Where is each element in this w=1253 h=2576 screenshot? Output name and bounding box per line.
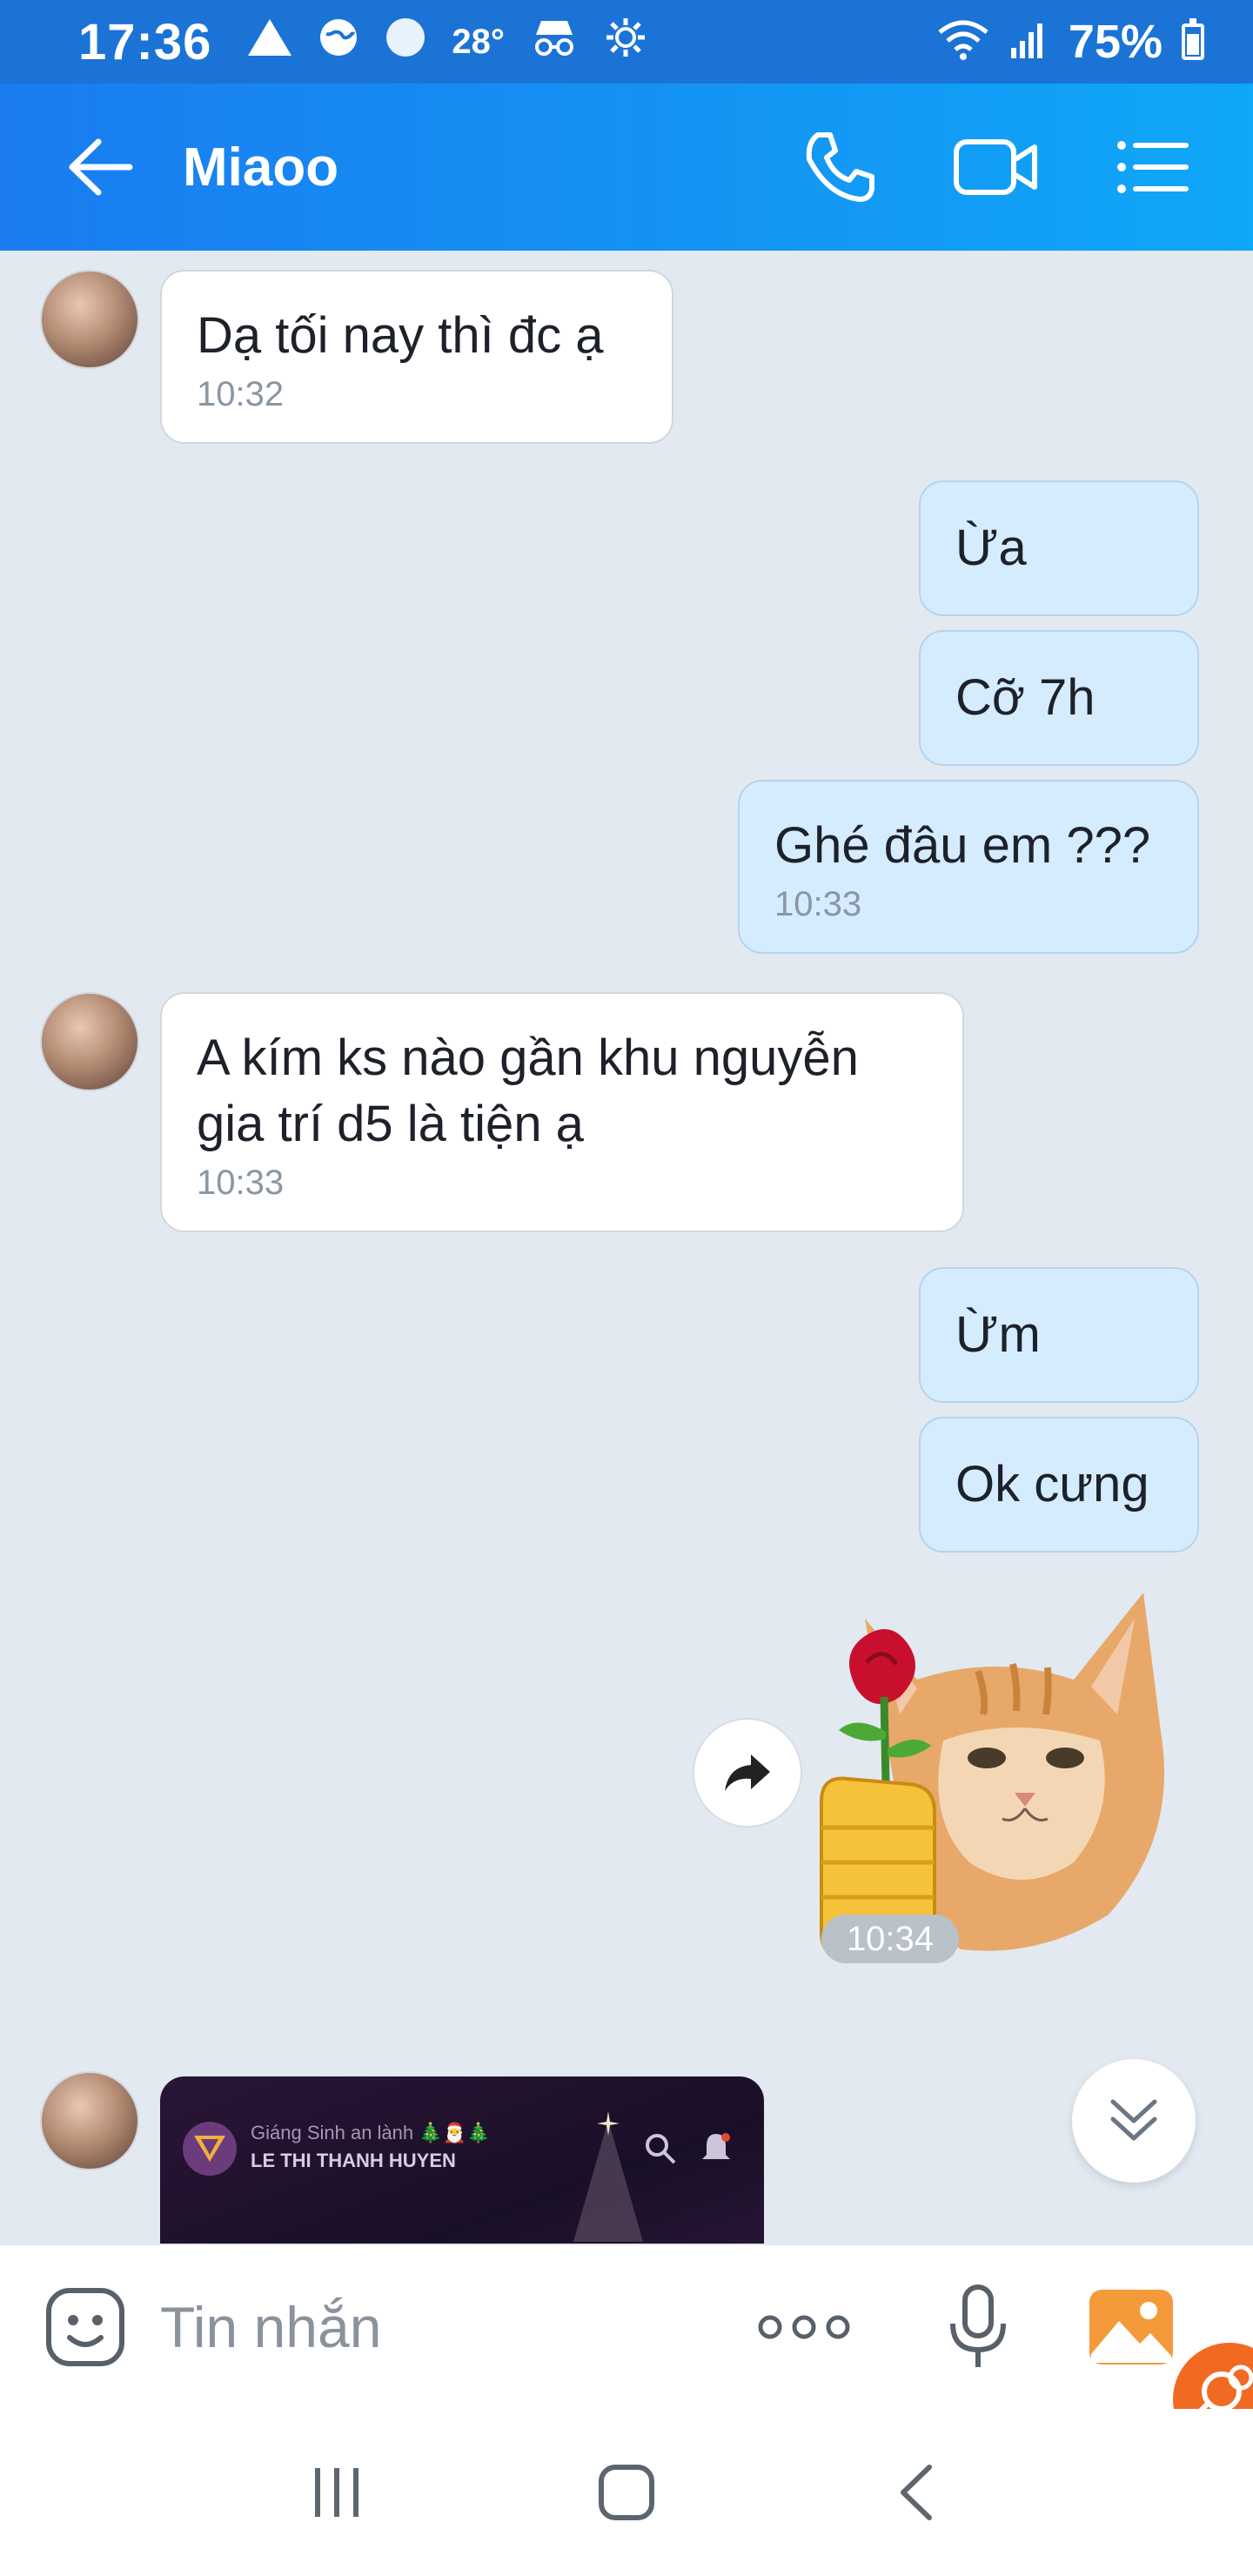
incoming-message[interactable]: A kím ks nào gần khu nguyễn gia trí d5 l… xyxy=(160,992,964,1232)
chat-header: Miaoo xyxy=(0,84,1253,251)
outgoing-message[interactable]: Cỡ 7h xyxy=(919,630,1199,766)
contact-avatar[interactable] xyxy=(40,2071,139,2170)
emoji-button[interactable] xyxy=(42,2284,129,2371)
circle-icon xyxy=(384,16,427,68)
message-time: 10:33 xyxy=(774,885,862,923)
wifi-icon xyxy=(936,18,990,66)
chat-messages-area[interactable]: Dạ tối nay thì đc ạ 10:32 Ừa Cỡ 7h Ghé đ… xyxy=(0,251,1253,2244)
message-text: Ok cưng xyxy=(955,1456,1149,1513)
forward-button[interactable] xyxy=(693,1718,802,1828)
system-nav-bar xyxy=(0,2409,1253,2576)
voice-call-button[interactable] xyxy=(792,119,888,215)
battery-icon xyxy=(1182,18,1204,60)
card-title: LE THI THANH HUYEN xyxy=(251,2150,456,2171)
globe-icon xyxy=(318,17,359,67)
back-button[interactable] xyxy=(52,119,148,215)
message-text: Ghé đâu em ??? xyxy=(774,817,1151,874)
outgoing-message[interactable]: Ghé đâu em ??? 10:33 xyxy=(738,780,1199,954)
home-icon xyxy=(598,2465,654,2520)
outgoing-message[interactable]: Ok cưng xyxy=(919,1417,1199,1553)
cat-with-rose-sticker[interactable] xyxy=(813,1584,1178,1967)
status-icons-right: 75% xyxy=(936,15,1204,69)
search-icon xyxy=(644,2132,677,2170)
status-time: 17:36 xyxy=(78,13,212,70)
home-button[interactable] xyxy=(574,2440,679,2545)
contact-avatar[interactable] xyxy=(40,270,139,369)
more-options-button[interactable] xyxy=(752,2284,856,2371)
contact-avatar[interactable] xyxy=(40,992,139,1091)
settings-gear-icon xyxy=(604,16,647,68)
alert-triangle-icon xyxy=(246,17,293,66)
image-gallery-icon xyxy=(1089,2290,1173,2365)
battery-percentage: 75% xyxy=(1068,16,1163,68)
recent-apps-icon xyxy=(314,2468,358,2517)
message-text: Ừm xyxy=(955,1306,1041,1363)
header-actions xyxy=(792,119,1201,215)
incoming-message[interactable]: Dạ tối nay thì đc ạ 10:32 xyxy=(160,270,673,444)
back-icon xyxy=(901,2465,933,2520)
voice-message-button[interactable] xyxy=(935,2284,1022,2371)
arrow-left-icon xyxy=(69,138,133,196)
contact-name[interactable]: Miaoo xyxy=(183,137,338,198)
emoji-icon xyxy=(46,2288,124,2366)
video-camera-icon xyxy=(954,139,1037,195)
message-input-bar xyxy=(0,2244,1253,2409)
status-icons-left: 28° xyxy=(246,16,647,68)
microphone-icon xyxy=(950,2284,1006,2367)
chat-options-button[interactable] xyxy=(1105,119,1201,215)
message-text: A kím ks nào gần khu nguyễn gia trí d5 l… xyxy=(197,1030,859,1152)
share-arrow-icon xyxy=(725,1754,770,1791)
brand-logo-icon xyxy=(183,2122,237,2176)
bell-icon xyxy=(700,2130,733,2170)
christmas-tree-icon xyxy=(569,2111,647,2246)
outgoing-message[interactable]: Ừm xyxy=(919,1267,1199,1403)
signal-icon xyxy=(1009,20,1049,64)
status-temperature: 28° xyxy=(452,22,505,61)
outgoing-message[interactable]: Ừa xyxy=(919,480,1199,616)
list-menu-icon xyxy=(1117,141,1189,193)
card-subtitle: Giáng Sinh an lành 🎄🎅🎄 xyxy=(251,2122,491,2143)
scroll-to-bottom-button[interactable] xyxy=(1072,2059,1196,2183)
recent-apps-button[interactable] xyxy=(285,2440,389,2545)
phone-icon xyxy=(806,132,874,202)
message-input[interactable] xyxy=(160,2294,700,2360)
back-nav-button[interactable] xyxy=(864,2440,968,2545)
video-call-button[interactable] xyxy=(948,119,1044,215)
status-bar: 17:36 28° 75% xyxy=(0,0,1253,84)
sticker-time-badge: 10:34 xyxy=(821,1915,959,1963)
incognito-icon xyxy=(529,17,580,66)
message-text: Dạ tối nay thì đc ạ xyxy=(197,307,604,364)
message-text: Cỡ 7h xyxy=(955,669,1096,726)
more-dots-icon xyxy=(758,2315,850,2339)
double-chevron-down-icon xyxy=(1110,2099,1157,2141)
message-text: Ừa xyxy=(955,520,1027,576)
gallery-button[interactable] xyxy=(1079,2279,1183,2375)
message-time: 10:33 xyxy=(197,1164,285,1202)
message-time: 10:32 xyxy=(197,375,285,413)
